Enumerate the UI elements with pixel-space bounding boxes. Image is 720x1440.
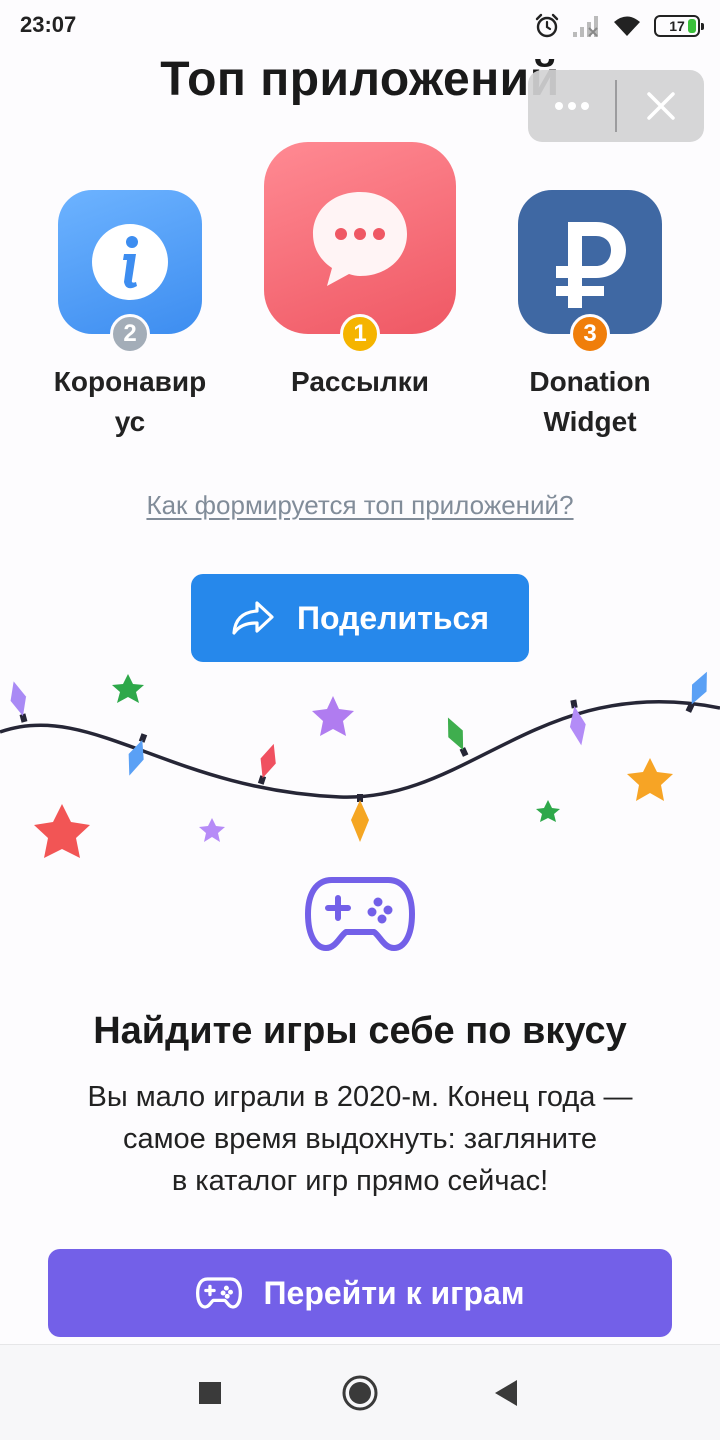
home-button[interactable] <box>312 1345 408 1440</box>
games-title: Найдите игры себе по вкусу <box>93 1010 627 1052</box>
go-to-games-label: Перейти к играм <box>263 1274 525 1311</box>
ruble-icon <box>556 222 626 308</box>
app-icon-donation-widget[interactable] <box>518 190 662 334</box>
share-button[interactable]: Поделиться <box>191 574 529 662</box>
app-icon-coronavirus[interactable] <box>58 190 202 334</box>
garland-decoration <box>0 671 720 858</box>
gamepad-icon <box>305 877 415 951</box>
games-description: Вы мало играли в 2020-м. Конец года — са… <box>87 1081 633 1197</box>
star-purple-2 <box>199 818 225 842</box>
garland-bulb-purple-2 <box>569 699 586 746</box>
app-name-coronavirus: Коронавир ус <box>53 366 207 437</box>
recents-button[interactable] <box>162 1345 258 1440</box>
status-bar: 23:07 17 <box>0 0 720 52</box>
star-orange <box>627 758 673 801</box>
app-name-donation-widget: Donation Widget <box>529 366 651 437</box>
garland-bulb-blue <box>128 733 148 776</box>
app-icon-newsletters[interactable] <box>264 142 456 334</box>
go-to-games-button[interactable]: Перейти к играм <box>48 1249 672 1337</box>
status-time: 23:07 <box>20 12 77 37</box>
rank-badge-1: 1 <box>340 314 380 354</box>
close-icon <box>646 92 675 120</box>
signal-icon <box>573 16 598 37</box>
garland-bulb-orange <box>351 794 369 842</box>
garland-bulb-purple-1 <box>10 681 28 723</box>
gamepad-small-icon <box>195 1277 242 1309</box>
more-button[interactable] <box>528 70 615 142</box>
close-button[interactable] <box>617 70 704 142</box>
back-triangle-icon <box>495 1380 517 1406</box>
back-button[interactable] <box>458 1345 554 1440</box>
rank-badge-2: 2 <box>110 314 150 354</box>
app-name-newsletters: Рассылки <box>291 366 429 397</box>
star-purple-1 <box>312 696 354 736</box>
info-icon <box>92 224 168 300</box>
star-green-1 <box>112 674 144 703</box>
share-button-label: Поделиться <box>296 599 490 636</box>
system-nav-bar <box>0 1344 720 1440</box>
share-arrow-icon <box>232 601 274 635</box>
square-icon <box>199 1382 221 1404</box>
chat-bubble-icon <box>313 192 407 286</box>
alarm-icon <box>535 13 559 38</box>
garland-bulb-green <box>447 717 469 757</box>
more-dots-icon <box>554 102 589 110</box>
garland-bulb-red <box>257 743 276 785</box>
battery-level: 17 <box>669 18 685 34</box>
wifi-icon <box>614 16 640 36</box>
battery-icon: 17 <box>654 15 704 37</box>
star-green-2 <box>536 800 560 822</box>
star-red <box>34 804 90 858</box>
status-icons: 17 <box>534 10 704 42</box>
circle-icon <box>342 1375 378 1411</box>
how-top-formed-link[interactable]: Как формируется топ приложений? <box>0 490 720 521</box>
rank-badge-3: 3 <box>570 314 610 354</box>
mini-app-capsule <box>528 70 704 142</box>
garland-bulb-blue-2 <box>685 671 707 713</box>
